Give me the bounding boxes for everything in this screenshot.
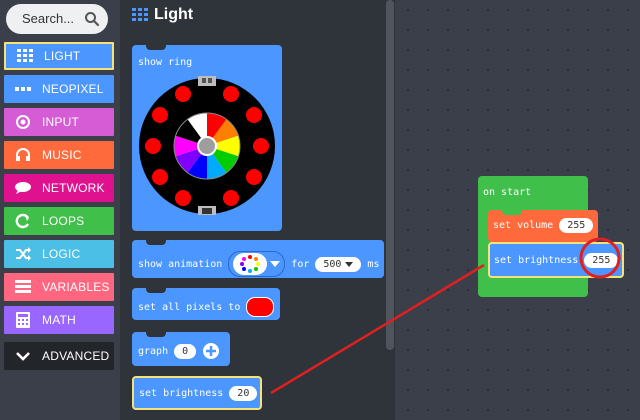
toolbox-sidebar: Search... LIGHT NEOPIXEL INPUT MUSIC NET…: [0, 0, 120, 420]
search-icon[interactable]: [84, 11, 100, 27]
set-brightness-label: set brightness: [494, 255, 579, 266]
category-label: NETWORK: [42, 181, 105, 195]
for-label: for: [291, 258, 310, 270]
rainbow-ring-icon: [233, 253, 268, 275]
show-animation-block[interactable]: show animation for 500 ms: [132, 240, 384, 278]
set-volume-block[interactable]: set volume 255: [488, 210, 598, 242]
flyout-scrollbar[interactable]: [386, 0, 394, 350]
category-label: ADVANCED: [42, 349, 110, 363]
graph-block[interactable]: graph 0: [132, 332, 230, 366]
add-parameter-icon[interactable]: [202, 342, 220, 360]
category-label: LOOPS: [42, 214, 85, 228]
category-logic[interactable]: LOGIC: [4, 240, 114, 268]
grid-icon: [12, 49, 38, 63]
category-label: INPUT: [42, 115, 79, 129]
category-input[interactable]: INPUT: [4, 108, 114, 136]
chevron-down-icon: [10, 351, 36, 361]
category-label: LOGIC: [42, 247, 81, 261]
duration-value: 500: [323, 258, 342, 270]
volume-value-input[interactable]: 255: [559, 218, 594, 233]
category-neopixel[interactable]: NEOPIXEL: [4, 75, 114, 103]
category-variables[interactable]: VARIABLES: [4, 273, 114, 301]
dropdown-arrow-icon: [270, 261, 281, 267]
category-label: LIGHT: [44, 49, 81, 63]
animation-dropdown[interactable]: [228, 251, 286, 277]
brightness-value-input[interactable]: 20: [229, 386, 258, 401]
category-network[interactable]: NETWORK: [4, 174, 114, 202]
neopixel-ring-picker[interactable]: [136, 73, 278, 215]
category-math[interactable]: MATH: [4, 306, 114, 334]
circle-target-icon: [10, 114, 36, 130]
chat-icon: [10, 181, 36, 195]
category-advanced[interactable]: ADVANCED: [4, 342, 114, 370]
list-icon: [10, 280, 36, 294]
flyout-title-text: Light: [154, 6, 194, 23]
category-light[interactable]: LIGHT: [4, 42, 114, 70]
dots-icon: [10, 86, 36, 92]
show-animation-label: show animation: [138, 258, 223, 270]
ms-label: ms: [367, 258, 380, 270]
set-all-pixels-label: set all pixels to: [138, 301, 241, 313]
set-brightness-block[interactable]: set brightness 255: [488, 242, 624, 278]
graph-label: graph: [138, 345, 169, 357]
show-ring-block[interactable]: show ring: [132, 45, 282, 231]
headphones-icon: [10, 148, 36, 162]
loop-icon: [10, 213, 36, 229]
duration-dropdown[interactable]: 500: [315, 256, 362, 272]
flyout-title: Light: [132, 6, 193, 24]
color-swatch-picker[interactable]: [246, 297, 275, 317]
show-ring-label: show ring: [138, 57, 193, 68]
brightness-value-input[interactable]: 255: [584, 253, 619, 268]
category-label: NEOPIXEL: [42, 82, 104, 96]
on-start-label: on start: [483, 187, 532, 198]
dropdown-arrow-icon: [345, 261, 354, 267]
category-music[interactable]: MUSIC: [4, 141, 114, 169]
calculator-icon: [10, 312, 36, 328]
grid-icon: [132, 8, 148, 21]
search-box[interactable]: Search...: [6, 4, 108, 34]
category-label: MATH: [42, 313, 76, 327]
set-brightness-label: set brightness: [139, 388, 224, 399]
shuffle-icon: [10, 247, 36, 261]
set-all-pixels-block[interactable]: set all pixels to: [132, 288, 280, 320]
category-loops[interactable]: LOOPS: [4, 207, 114, 235]
graph-value-input[interactable]: 0: [174, 343, 197, 359]
category-label: MUSIC: [42, 148, 82, 162]
category-label: VARIABLES: [42, 280, 110, 294]
set-brightness-flyout-block[interactable]: set brightness 20: [132, 376, 262, 410]
set-volume-label: set volume: [493, 220, 554, 231]
search-input[interactable]: Search...: [22, 11, 74, 26]
